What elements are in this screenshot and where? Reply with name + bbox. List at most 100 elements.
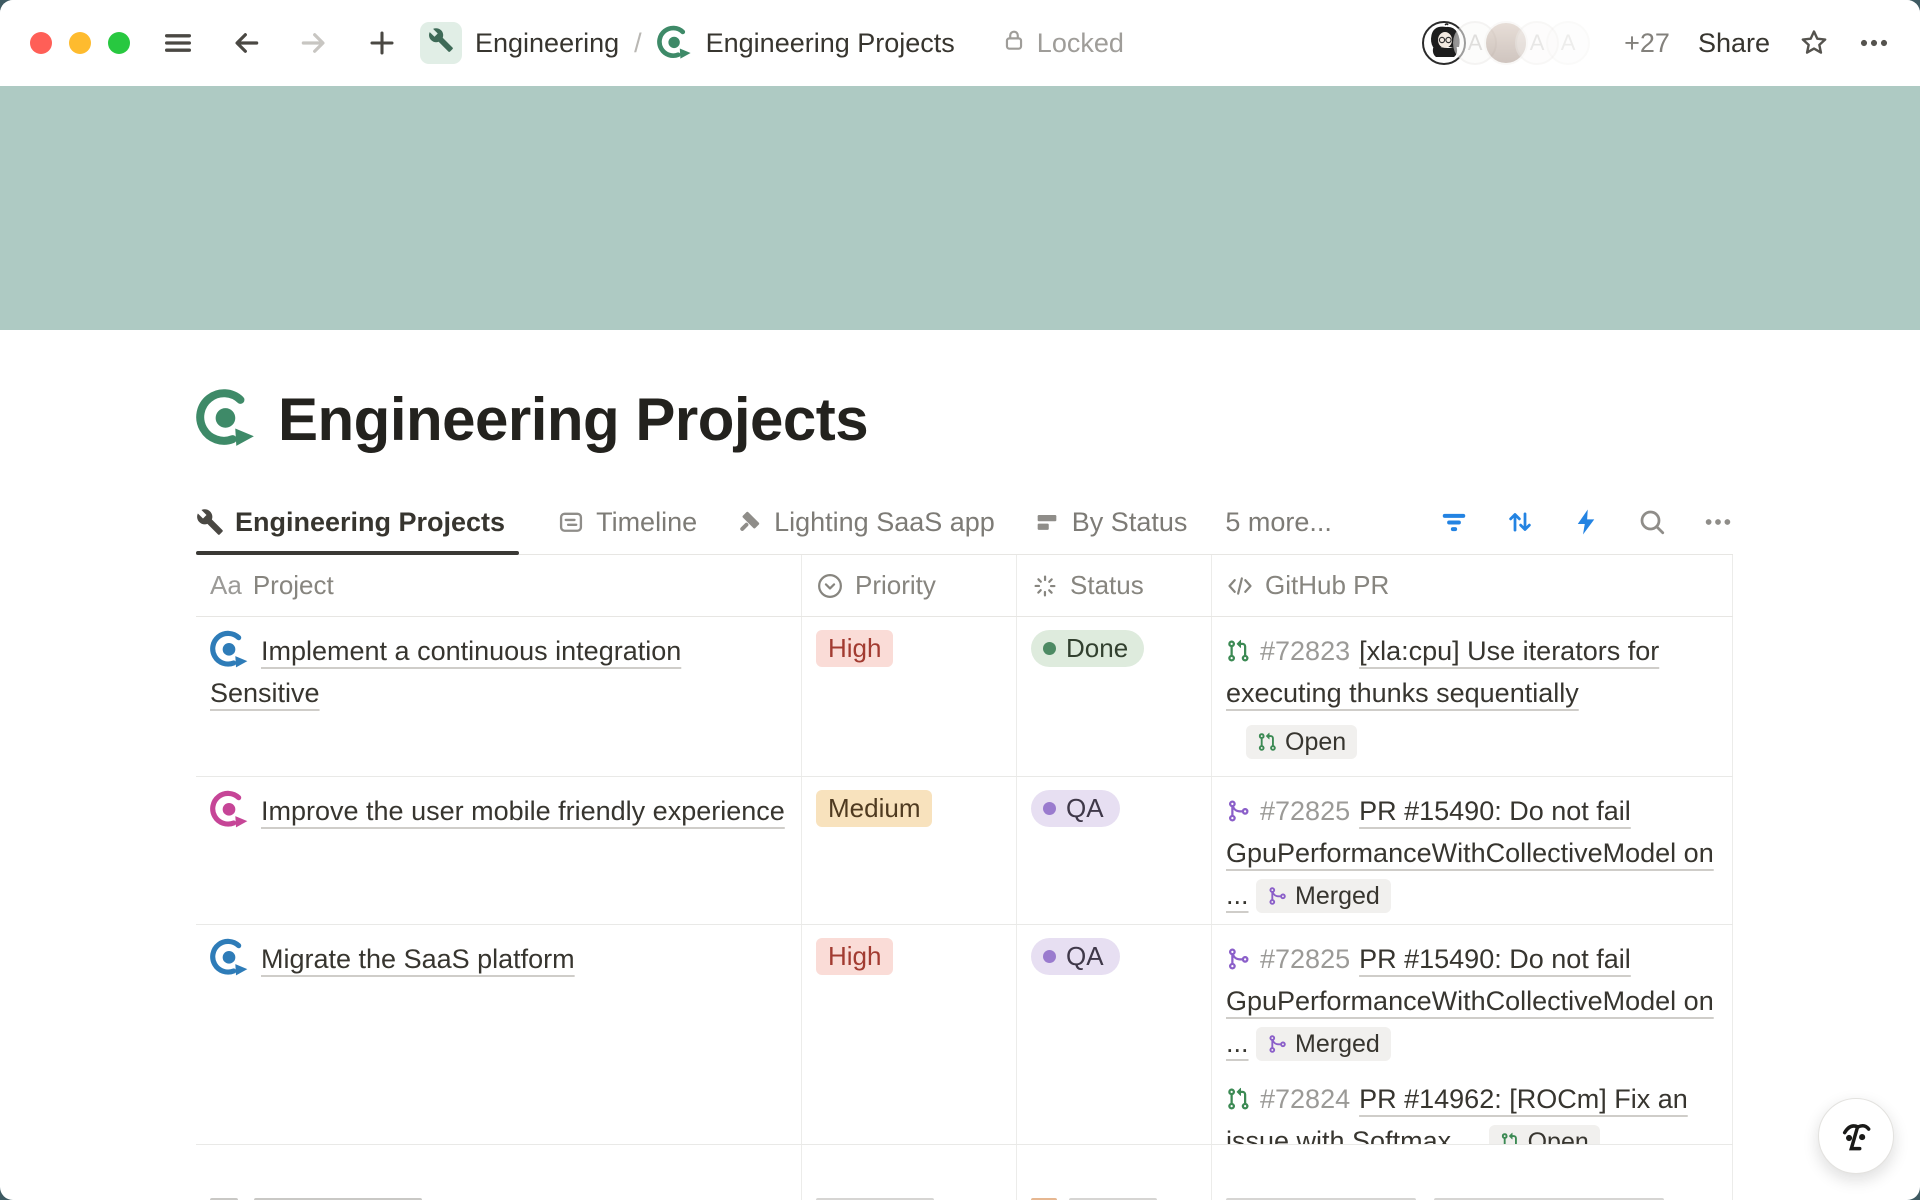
- back-arrow-icon[interactable]: [230, 27, 262, 59]
- status-cell[interactable]: Done: [1017, 617, 1212, 776]
- cycle-arrow-icon: [210, 630, 250, 670]
- pr-state-chip[interactable]: Merged: [1256, 879, 1391, 913]
- cycle-arrow-icon: [657, 25, 693, 61]
- status-badge[interactable]: Done: [1031, 630, 1144, 667]
- pr-number: #72824: [1260, 1084, 1350, 1114]
- zoom-window-button[interactable]: [108, 32, 130, 54]
- git-merge-icon: [1226, 799, 1250, 823]
- search-icon[interactable]: [1637, 507, 1667, 537]
- table-row: Improve the user mobile friendly experie…: [196, 777, 1733, 925]
- project-cell[interactable]: Implement a continuous integration Sensi…: [196, 617, 802, 776]
- github-pr-cell[interactable]: #72823[xla:cpu] Use iterators for execut…: [1212, 617, 1733, 776]
- avatar[interactable]: A: [1546, 21, 1590, 65]
- github-pr-cell[interactable]: #72825PR #15490: Do not fail GpuPerforma…: [1212, 925, 1733, 1144]
- status-property-icon: [1031, 572, 1059, 600]
- pull-request-icon: [1500, 1132, 1520, 1144]
- tab-lighting-saas-app[interactable]: Lighting SaaS app: [735, 490, 995, 554]
- code-property-icon: [1226, 572, 1254, 600]
- window-controls: [30, 32, 130, 54]
- view-tabs: Engineering Projects Timeline Lighting S…: [196, 490, 1733, 555]
- column-header-project[interactable]: Aa Project: [196, 555, 802, 616]
- project-title-link[interactable]: Migrate the SaaS platform: [261, 944, 575, 974]
- status-cell[interactable]: QA: [1017, 777, 1212, 924]
- tab-timeline[interactable]: Timeline: [557, 490, 697, 554]
- tab-engineering-projects[interactable]: Engineering Projects: [196, 490, 519, 554]
- presence-avatars[interactable]: A A A: [1422, 21, 1590, 65]
- status-dot: [1043, 802, 1056, 815]
- share-button[interactable]: Share: [1698, 28, 1770, 59]
- status-dot: [1043, 642, 1056, 655]
- pr-number: #72825: [1260, 796, 1350, 826]
- favorite-star-icon[interactable]: [1798, 27, 1830, 59]
- breadcrumb-root-label[interactable]: Engineering: [475, 28, 619, 59]
- avatar-overflow-count[interactable]: +27: [1624, 28, 1670, 59]
- more-views-button[interactable]: 5 more...: [1225, 490, 1332, 554]
- column-header-priority[interactable]: Priority: [802, 555, 1017, 616]
- status-dot: [1043, 950, 1056, 963]
- table-row-partial: [196, 1145, 1733, 1200]
- status-badge[interactable]: QA: [1031, 790, 1120, 827]
- status-badge[interactable]: QA: [1031, 938, 1120, 975]
- git-merge-icon: [1267, 1034, 1287, 1054]
- project-cell[interactable]: Improve the user mobile friendly experie…: [196, 777, 802, 924]
- automation-bolt-icon[interactable]: [1571, 507, 1601, 537]
- cycle-arrow-icon: [210, 938, 250, 978]
- locked-label: Locked: [1037, 28, 1124, 59]
- page-cover-image: [0, 86, 1920, 330]
- pr-state-chip[interactable]: Open: [1246, 725, 1357, 759]
- filter-icon[interactable]: [1439, 507, 1469, 537]
- column-header-github-pr[interactable]: GitHub PR: [1212, 555, 1733, 616]
- project-cell[interactable]: Migrate the SaaS platform: [196, 925, 802, 1144]
- wrench-icon: [428, 27, 454, 60]
- priority-badge[interactable]: High: [816, 630, 893, 667]
- git-merge-icon: [1226, 947, 1250, 971]
- notion-ai-button[interactable]: [1818, 1098, 1894, 1174]
- project-title-link[interactable]: Implement a continuous integration Sensi…: [210, 636, 681, 708]
- breadcrumb-current-label[interactable]: Engineering Projects: [706, 28, 955, 59]
- table-row: Implement a continuous integration Sensi…: [196, 617, 1733, 777]
- hammer-icon: [735, 508, 763, 536]
- project-title-link[interactable]: Improve the user mobile friendly experie…: [261, 796, 785, 826]
- wrench-icon: [196, 508, 224, 536]
- timeline-icon: [557, 508, 585, 536]
- page-icon-cycle-arrow[interactable]: [196, 388, 258, 450]
- sort-icon[interactable]: [1505, 507, 1535, 537]
- close-window-button[interactable]: [30, 32, 52, 54]
- new-page-icon[interactable]: [366, 27, 398, 59]
- forward-arrow-icon[interactable]: [298, 27, 330, 59]
- pull-request-icon: [1257, 732, 1277, 752]
- board-icon: [1033, 508, 1061, 536]
- title-property-icon: Aa: [210, 570, 242, 601]
- pr-state-chip[interactable]: Open: [1489, 1125, 1600, 1144]
- github-pr-cell[interactable]: #72825PR #15490: Do not fail GpuPerforma…: [1212, 777, 1733, 924]
- tab-by-status[interactable]: By Status: [1033, 490, 1188, 554]
- status-cell[interactable]: QA: [1017, 925, 1212, 1144]
- more-options-icon[interactable]: [1858, 27, 1890, 59]
- breadcrumb-separator: /: [634, 28, 642, 59]
- desktop-background: Engineering / Engineering Projects Locke…: [0, 0, 1920, 1200]
- priority-cell[interactable]: High: [802, 925, 1017, 1144]
- view-options-icon[interactable]: [1703, 507, 1733, 537]
- column-header-status[interactable]: Status: [1017, 555, 1212, 616]
- lock-icon: [1001, 27, 1027, 60]
- top-bar: Engineering / Engineering Projects Locke…: [0, 0, 1920, 86]
- pr-state-chip[interactable]: Merged: [1256, 1027, 1391, 1061]
- table-header: Aa Project Priority Status GitHub PR: [196, 555, 1733, 617]
- priority-cell[interactable]: Medium: [802, 777, 1017, 924]
- pull-request-icon: [1226, 639, 1250, 663]
- priority-badge[interactable]: Medium: [816, 790, 932, 827]
- lock-status[interactable]: Locked: [1001, 27, 1124, 60]
- sidebar-menu-icon[interactable]: [162, 27, 194, 59]
- table-row: Migrate the SaaS platform High QA #72825…: [196, 925, 1733, 1145]
- minimize-window-button[interactable]: [69, 32, 91, 54]
- page-title: Engineering Projects: [278, 385, 868, 454]
- cycle-arrow-icon: [210, 790, 250, 830]
- breadcrumb: Engineering / Engineering Projects: [420, 22, 955, 64]
- breadcrumb-root-item[interactable]: [420, 22, 462, 64]
- priority-badge[interactable]: High: [816, 938, 893, 975]
- priority-cell[interactable]: High: [802, 617, 1017, 776]
- app-window: Engineering / Engineering Projects Locke…: [0, 0, 1920, 1200]
- ai-face-icon: [1836, 1116, 1876, 1156]
- select-property-icon: [816, 572, 844, 600]
- pr-number: #72823: [1260, 636, 1350, 666]
